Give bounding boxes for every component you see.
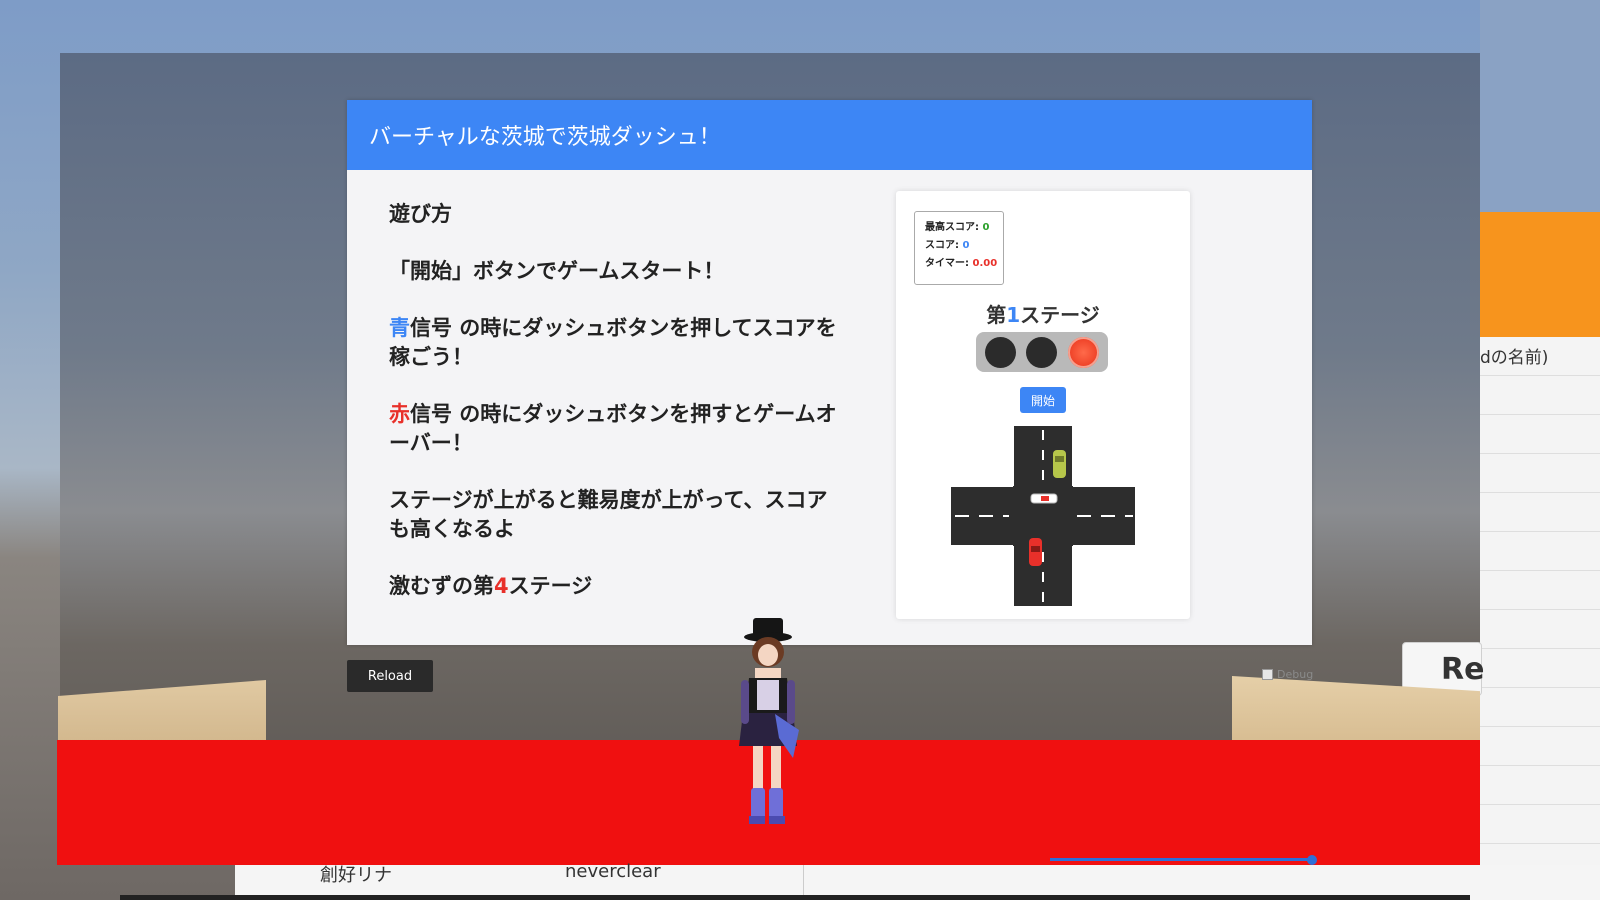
debug-toggle[interactable]: Debug	[1262, 668, 1313, 681]
best-score-label: 最高スコア:	[925, 222, 983, 233]
timer-row: タイマー: 0.00	[925, 255, 1003, 273]
timer-value: 0.00	[972, 258, 998, 269]
avatar-character	[739, 618, 799, 824]
highlight-red: 赤	[389, 402, 410, 426]
instruction-stage: ステージが上がると難易度が上がって、スコアも高くなるよ	[389, 488, 828, 541]
score-value: 0	[962, 240, 970, 251]
selection-line	[1050, 858, 1310, 861]
instructions: 遊び方 「開始」ボタンでゲームスタート！ 青信号 の時にダッシュボタンを押してス…	[389, 200, 839, 629]
stage-pre: 第	[986, 303, 1007, 327]
stage-title: 第1ステージ	[896, 299, 1190, 328]
game-area: 最高スコア: 0 スコア: 0 タイマー: 0.00 第1ステージ 開始	[896, 191, 1190, 619]
instruction-green-text: 信号 の時にダッシュボタンを押してスコアを稼ごう！	[389, 316, 837, 369]
panel-header: バーチャルな茨城で茨城ダッシュ！	[347, 100, 1312, 170]
hard-pre: 激むずの第	[389, 574, 494, 598]
spreadsheet-right: dの名前)	[1480, 337, 1600, 900]
orange-panel	[1480, 212, 1600, 337]
signal-lamp-green-off	[985, 336, 1017, 368]
instructions-heading: 遊び方	[389, 202, 452, 226]
debug-checkbox[interactable]	[1262, 669, 1273, 680]
instruction-red: 赤信号 の時にダッシュボタンを押すとゲームオーバー！	[389, 400, 839, 458]
start-button[interactable]: 開始	[1020, 387, 1066, 413]
hard-stage-number: 4	[494, 574, 509, 598]
sheet-cell-value: neverclear	[565, 861, 661, 882]
score-box: 最高スコア: 0 スコア: 0 タイマー: 0.00	[914, 211, 1004, 285]
stage-post: ステージ	[1020, 303, 1100, 327]
selection-handle[interactable]	[1307, 855, 1317, 865]
instruction-hard: 激むずの第4ステージ	[389, 572, 839, 601]
stage-number: 1	[1006, 303, 1021, 327]
instruction-start: 「開始」ボタンでゲームスタート！	[389, 259, 725, 283]
sheet-header: dの名前)	[1480, 348, 1549, 368]
reload-button[interactable]: Reload	[347, 660, 433, 692]
best-score-value: 0	[982, 222, 990, 233]
sheet-cell-name: 創好リナ	[320, 865, 392, 886]
debug-label: Debug	[1277, 668, 1314, 681]
green-car	[1053, 450, 1066, 478]
timer-label: タイマー:	[925, 258, 973, 269]
traffic-signal	[976, 332, 1108, 372]
signal-lamp-yellow-off	[1026, 336, 1058, 368]
intersection-map	[951, 426, 1135, 606]
game-panel: バーチャルな茨城で茨城ダッシュ！ 遊び方 「開始」ボタンでゲームスタート！ 青信…	[347, 100, 1312, 645]
highlight-blue: 青	[389, 316, 410, 340]
hard-post: ステージ	[508, 574, 593, 598]
best-score-row: 最高スコア: 0	[925, 219, 1003, 237]
taskbar-strip	[120, 895, 1470, 900]
instruction-green: 青信号 の時にダッシュボタンを押してスコアを稼ごう！	[389, 314, 839, 372]
panel-title: バーチャルな茨城で茨城ダッシュ！	[369, 125, 721, 150]
instruction-red-text: 信号 の時にダッシュボタンを押すとゲームオーバー！	[389, 402, 837, 455]
signal-lamp-red-on	[1067, 336, 1099, 368]
score-row: スコア: 0	[925, 237, 1003, 255]
score-label: スコア:	[925, 240, 963, 251]
